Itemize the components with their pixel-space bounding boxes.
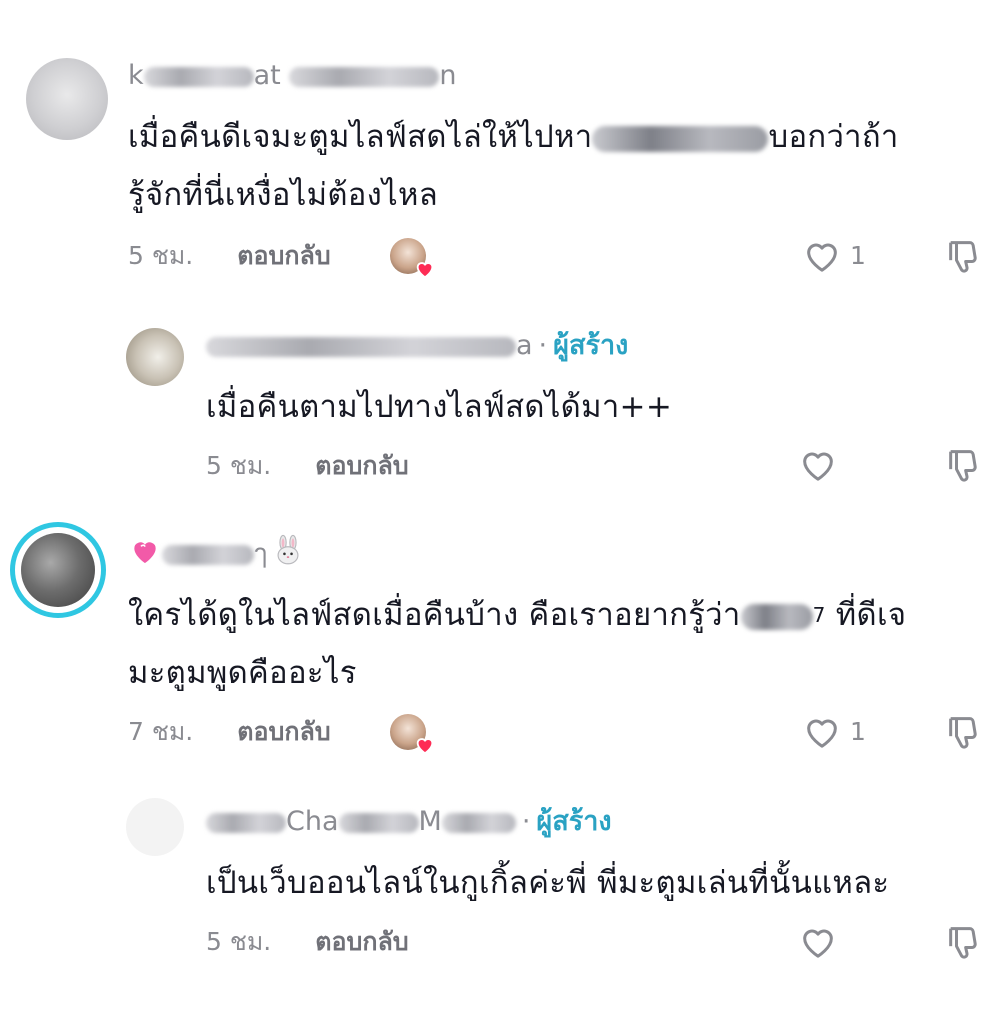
dislike-button[interactable]	[944, 922, 984, 962]
reply-button[interactable]: ตอบกลับ	[237, 717, 330, 746]
redacted-text	[740, 603, 813, 630]
thumbs-down-icon	[949, 717, 977, 749]
comment-time: 5 ชม.	[128, 241, 194, 270]
creator-liked-heart-icon	[416, 738, 434, 755]
heart-outline-icon	[803, 452, 833, 481]
creator-liked-heart-icon	[416, 262, 434, 279]
comment-time: 7 ชม.	[128, 717, 194, 746]
dislike-button[interactable]	[944, 445, 984, 485]
rabbit-face-emoji	[271, 534, 305, 576]
heart-outline-icon	[807, 243, 837, 272]
reply-meta: 5 ชม. ตอบกลับ	[206, 924, 409, 960]
reply-time: 5 ชม.	[206, 451, 272, 480]
pink-heart-emoji	[128, 535, 162, 575]
comment-text: ใครได้ดูในไลฟ์สดเมื่อคืนบ้าง คือเราอยากร…	[128, 597, 907, 691]
comment-meta: 5 ชม. ตอบกลับ	[128, 238, 331, 274]
comment-2: ๅ ใครได้ดูในไลฟ์สดเมื่อคืนบ้าง คือเราอยา…	[0, 500, 1001, 790]
creator-label: ผู้สร้าง	[536, 806, 612, 837]
avatar[interactable]	[126, 798, 184, 856]
creator-liked-badge	[390, 238, 434, 279]
reply-button[interactable]: ตอบกลับ	[315, 451, 408, 480]
thumbs-down-icon	[949, 241, 977, 273]
heart-outline-icon	[803, 929, 833, 958]
reply-button[interactable]: ตอบกลับ	[237, 241, 330, 270]
thumbs-down-icon	[949, 450, 977, 482]
creator-liked-badge	[390, 714, 434, 755]
comment-username[interactable]: ๅ	[128, 534, 305, 570]
avatar[interactable]	[26, 58, 108, 140]
dislike-button[interactable]	[944, 236, 984, 276]
reply-username[interactable]: Cha M · ผู้สร้าง	[206, 806, 612, 838]
avatar[interactable]	[10, 522, 106, 618]
creator-label: ผู้สร้าง	[553, 330, 629, 361]
like-button[interactable]: 1	[802, 236, 872, 276]
reply-button[interactable]: ตอบกลับ	[315, 927, 408, 956]
comment-text: เมื่อคืนดีเจมะตูมไลฟ์สดไล่ให้ไปหา บอกว่าถ…	[128, 119, 899, 213]
reply-2: Cha M · ผู้สร้าง เป็นเว็บออนไลน์ในกูเกิ้ลค่…	[0, 780, 1001, 1010]
reply-1: a · ผู้สร้าง เมื่อคืนตามไปทางไลฟ์สดได้มา++…	[0, 300, 1001, 500]
like-button[interactable]	[798, 445, 842, 485]
reply-username[interactable]: a · ผู้สร้าง	[206, 330, 628, 362]
reply-time: 5 ชม.	[206, 927, 272, 956]
comment-1: k at n เมื่อคืนดีเจมะตูมไลฟ์สดไล่ให้ไปหาบ…	[0, 0, 1001, 300]
redacted-text	[592, 125, 769, 152]
reply-text: เป็นเว็บออนไลน์ในกูเกิ้ลค่ะพี่ พี่มะตูมเ…	[206, 865, 890, 901]
reply-text: เมื่อคืนตามไปทางไลฟ์สดได้มา++	[206, 389, 673, 425]
comment-username[interactable]: k at n	[128, 60, 456, 92]
like-button[interactable]: 1	[802, 712, 872, 752]
like-count: 1	[850, 241, 866, 270]
like-button[interactable]	[798, 922, 842, 962]
thumbs-down-icon	[949, 927, 977, 959]
comment-meta: 7 ชม. ตอบกลับ	[128, 714, 331, 750]
avatar-image	[21, 533, 95, 607]
dislike-button[interactable]	[944, 712, 984, 752]
heart-outline-icon	[807, 719, 837, 748]
avatar[interactable]	[126, 328, 184, 386]
like-count: 1	[850, 717, 866, 746]
reply-meta: 5 ชม. ตอบกลับ	[206, 448, 409, 484]
